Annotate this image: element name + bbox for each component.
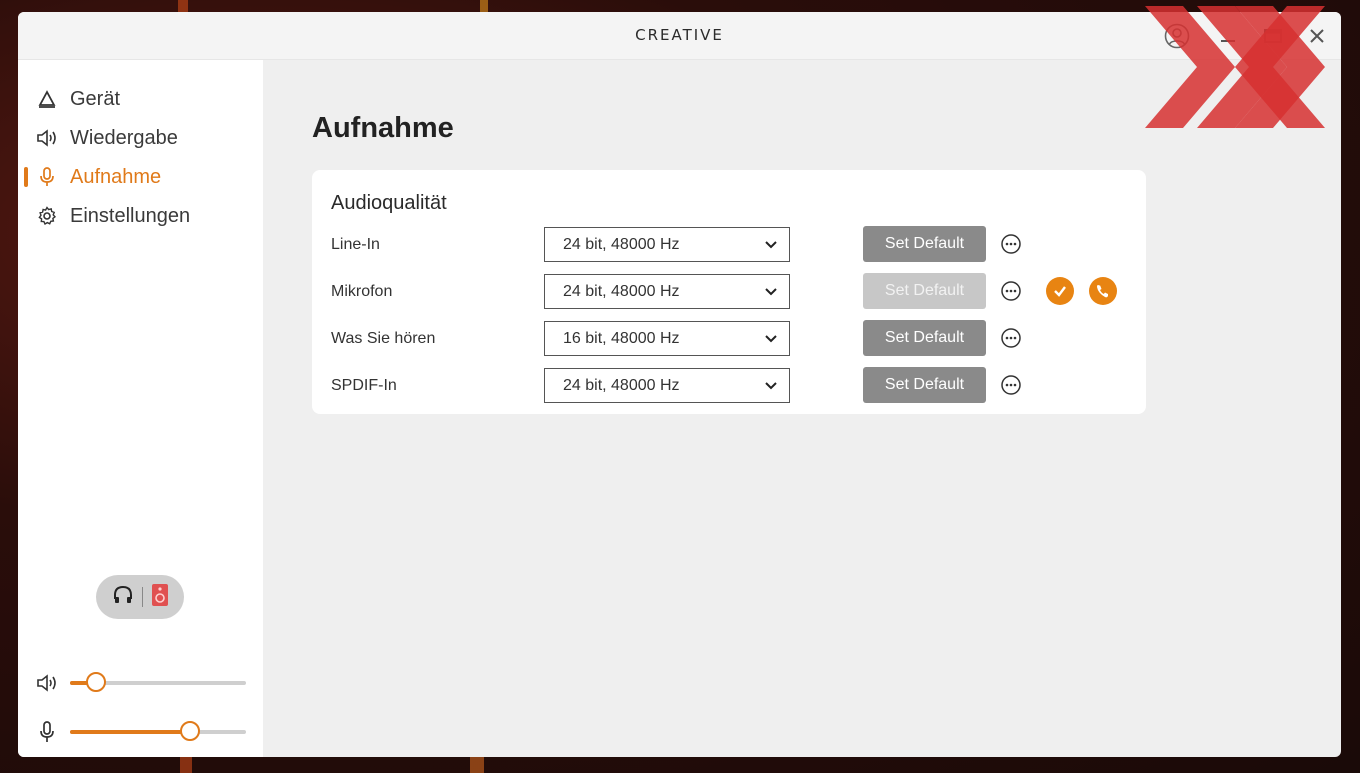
volume-handle[interactable] [86, 672, 107, 692]
set-default-button[interactable]: Set Default [863, 226, 986, 262]
default-device-badge [1046, 277, 1074, 305]
chevron-down-icon [765, 288, 777, 296]
set-default-button: Set Default [863, 273, 986, 309]
more-options-icon[interactable] [1000, 327, 1022, 349]
chevron-down-icon [765, 382, 777, 390]
sidebar-item-wiedergabe[interactable]: Wiedergabe [18, 122, 263, 154]
mic-fill [70, 730, 190, 734]
minimize-icon [1221, 40, 1235, 42]
quality-row-line-in: Line-In 24 bit, 48000 Hz Set Default [312, 226, 1146, 263]
sidebar-item-label: Gerät [70, 87, 121, 110]
background-streak [480, 0, 488, 12]
output-device-toggle[interactable] [96, 575, 184, 619]
chevron-down-icon [765, 335, 777, 343]
sidebar-item-aufnahme[interactable]: Aufnahme [18, 161, 263, 193]
sidebar-item-label: Einstellungen [70, 204, 191, 227]
microphone-icon [36, 721, 58, 743]
volume-track[interactable] [70, 672, 246, 692]
format-value: 24 bit, 48000 Hz [563, 282, 680, 300]
background-streak [180, 757, 192, 773]
row-label: Line-In [331, 236, 380, 253]
format-value: 16 bit, 48000 Hz [563, 329, 680, 347]
device-icon [36, 90, 58, 108]
format-select[interactable]: 16 bit, 48000 Hz [544, 321, 790, 356]
audio-quality-card: Audioqualität Line-In 24 bit, 48000 Hz S… [312, 170, 1146, 414]
set-default-button[interactable]: Set Default [863, 367, 986, 403]
app-window: CREATIVE Gerät Wiedergabe Aufnahme Einst… [18, 12, 1341, 757]
mic-slider[interactable] [36, 720, 246, 744]
sidebar-item-einstellungen[interactable]: Einstellungen [18, 200, 263, 232]
microphone-icon [36, 167, 58, 187]
row-label: Was Sie hören [331, 330, 436, 347]
phone-icon [1097, 285, 1108, 298]
set-default-button[interactable]: Set Default [863, 320, 986, 356]
more-options-icon[interactable] [1000, 374, 1022, 396]
speaker-box-icon [151, 583, 169, 612]
row-label: SPDIF-In [331, 377, 397, 394]
mic-handle[interactable] [179, 721, 200, 741]
communication-default-badge [1089, 277, 1117, 305]
speaker-icon [36, 129, 58, 147]
title-bar: CREATIVE [18, 12, 1341, 60]
close-button[interactable] [1302, 22, 1332, 50]
background-streak [178, 0, 188, 12]
more-options-icon[interactable] [1000, 233, 1022, 255]
quality-row-was-sie-hoeren: Was Sie hören 16 bit, 48000 Hz Set Defau… [312, 320, 1146, 357]
row-label: Mikrofon [331, 283, 393, 300]
headphones-icon [112, 584, 134, 611]
speaker-icon [36, 674, 58, 692]
quality-row-spdif-in: SPDIF-In 24 bit, 48000 Hz Set Default [312, 367, 1146, 404]
user-account-button[interactable] [1162, 22, 1192, 50]
main-content: Aufnahme Audioqualität Line-In 24 bit, 4… [263, 60, 1341, 757]
sidebar-item-label: Wiedergabe [70, 126, 178, 149]
page-title: Aufnahme [312, 112, 454, 144]
toggle-divider [141, 587, 143, 607]
sidebar-item-geraet[interactable]: Gerät [18, 83, 263, 115]
format-select[interactable]: 24 bit, 48000 Hz [544, 274, 790, 309]
checkmark-icon [1054, 286, 1066, 297]
chevron-down-icon [765, 241, 777, 249]
minimize-button[interactable] [1213, 22, 1243, 50]
mic-track[interactable] [70, 721, 246, 741]
card-title: Audioqualität [331, 192, 447, 214]
volume-slider[interactable] [36, 671, 246, 695]
sidebar-item-label: Aufnahme [70, 165, 162, 188]
format-value: 24 bit, 48000 Hz [563, 235, 680, 253]
maximize-button[interactable] [1258, 22, 1288, 50]
format-select[interactable]: 24 bit, 48000 Hz [544, 368, 790, 403]
user-icon [1164, 23, 1190, 49]
gear-icon [36, 206, 58, 226]
format-select[interactable]: 24 bit, 48000 Hz [544, 227, 790, 262]
close-icon [1310, 29, 1324, 43]
maximize-icon [1264, 29, 1282, 43]
format-value: 24 bit, 48000 Hz [563, 376, 680, 394]
brand-logo: CREATIVE [635, 26, 724, 44]
sidebar: Gerät Wiedergabe Aufnahme Einstellungen [18, 60, 263, 757]
background-streak [470, 757, 484, 773]
more-options-icon[interactable] [1000, 280, 1022, 302]
quality-row-mikrofon: Mikrofon 24 bit, 48000 Hz Set Default [312, 273, 1146, 310]
